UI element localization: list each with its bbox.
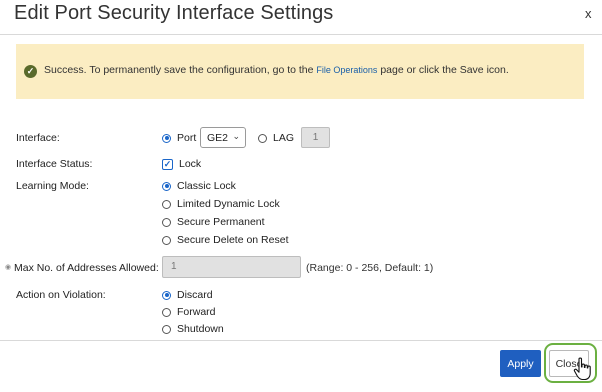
check-icon: ✓ bbox=[162, 158, 173, 170]
option-label: Secure Delete on Reset bbox=[177, 234, 289, 246]
max-addresses-input[interactable]: 1 bbox=[162, 256, 301, 278]
learning-mode-limited-dynamic-lock-radio[interactable]: Limited Dynamic Lock bbox=[162, 198, 280, 210]
file-operations-link[interactable]: File Operations bbox=[316, 65, 377, 75]
chevron-down-icon: ⌄ bbox=[232, 131, 240, 141]
radio-indicator bbox=[162, 217, 171, 227]
max-addresses-range-hint: (Range: 0 - 256, Default: 1) bbox=[306, 262, 434, 274]
lag-input[interactable]: 1 bbox=[301, 127, 330, 148]
lock-checkbox[interactable]: ✓ Lock bbox=[162, 158, 201, 170]
footer-divider bbox=[0, 340, 602, 341]
radio-indicator bbox=[162, 181, 171, 191]
port-select[interactable]: GE2 ⌄ bbox=[200, 127, 246, 148]
max-addresses-label: Max No. of Addresses Allowed: bbox=[14, 262, 159, 274]
option-label: Secure Permanent bbox=[177, 216, 265, 228]
lock-checkbox-label: Lock bbox=[179, 158, 202, 170]
dialog-close-button[interactable]: x bbox=[585, 6, 592, 21]
required-marker-icon: ◉ bbox=[5, 264, 12, 271]
hand-pointer-cursor-icon bbox=[573, 357, 591, 381]
violation-discard-radio[interactable]: Discard bbox=[162, 289, 213, 301]
learning-mode-classic-lock-radio[interactable]: Classic Lock bbox=[162, 180, 236, 192]
option-label: Forward bbox=[177, 306, 216, 318]
radio-indicator bbox=[162, 290, 171, 300]
learning-mode-label: Learning Mode: bbox=[16, 180, 89, 192]
alert-text-after: page or click the Save icon. bbox=[377, 64, 509, 76]
option-label: Classic Lock bbox=[177, 180, 236, 192]
header-divider bbox=[0, 34, 602, 35]
learning-mode-secure-permanent-radio[interactable]: Secure Permanent bbox=[162, 216, 265, 228]
interface-label: Interface: bbox=[16, 132, 60, 144]
violation-forward-radio[interactable]: Forward bbox=[162, 306, 216, 318]
radio-indicator bbox=[162, 133, 171, 143]
radio-indicator bbox=[162, 199, 171, 209]
interface-port-radio[interactable]: Port bbox=[162, 132, 196, 144]
option-label: Discard bbox=[177, 289, 213, 301]
port-select-value: GE2 bbox=[207, 132, 229, 144]
dialog-title: Edit Port Security Interface Settings bbox=[14, 2, 334, 24]
lag-radio-label: LAG bbox=[273, 132, 295, 144]
interface-lag-radio[interactable]: LAG bbox=[258, 132, 294, 144]
radio-indicator bbox=[162, 324, 171, 334]
option-label: Limited Dynamic Lock bbox=[177, 198, 280, 210]
learning-mode-secure-delete-on-reset-radio[interactable]: Secure Delete on Reset bbox=[162, 234, 288, 246]
option-label: Shutdown bbox=[177, 323, 224, 335]
check-circle-icon: ✓ bbox=[24, 65, 37, 78]
violation-shutdown-radio[interactable]: Shutdown bbox=[162, 323, 224, 335]
success-alert: ✓ Success. To permanently save the confi… bbox=[16, 44, 584, 99]
alert-text-before: Success. To permanently save the configu… bbox=[44, 64, 317, 76]
radio-indicator bbox=[162, 307, 171, 317]
apply-button[interactable]: Apply bbox=[500, 350, 541, 377]
radio-indicator bbox=[162, 235, 171, 245]
port-radio-label: Port bbox=[177, 132, 197, 144]
radio-indicator bbox=[258, 133, 267, 143]
interface-status-label: Interface Status: bbox=[16, 158, 93, 170]
action-on-violation-label: Action on Violation: bbox=[16, 289, 106, 301]
alert-message: Success. To permanently save the configu… bbox=[44, 64, 509, 76]
